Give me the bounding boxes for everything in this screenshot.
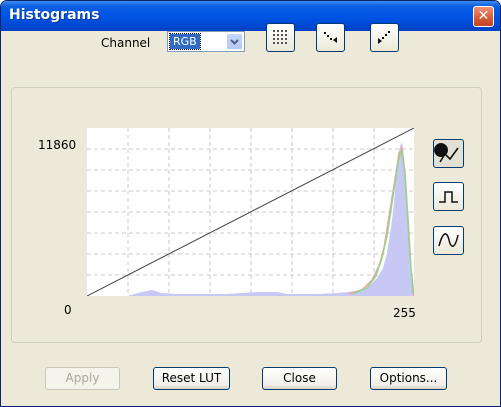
reset-lut-button[interactable]: Reset LUT <box>153 367 230 390</box>
curve-points-icon <box>434 143 459 163</box>
close-window-button[interactable]: ✕ <box>473 6 494 27</box>
apply-button[interactable]: Apply <box>45 367 120 390</box>
options-button[interactable]: Options... <box>370 367 447 390</box>
points-left-icon <box>324 32 337 43</box>
close-button[interactable]: Close <box>262 367 337 390</box>
step-curve-button[interactable] <box>433 182 464 211</box>
channel-label: Channel <box>101 36 151 50</box>
x-max-label: 255 <box>393 306 416 320</box>
grid-toggle-button[interactable] <box>266 23 295 52</box>
smooth-curve-button[interactable] <box>433 226 464 255</box>
histogram-plot[interactable] <box>87 128 414 296</box>
points-left-button[interactable] <box>316 23 345 52</box>
y-max-label: 11860 <box>38 138 77 152</box>
curve-points-button[interactable] <box>433 139 464 168</box>
chevron-down-icon[interactable] <box>226 33 243 50</box>
step-curve-icon <box>439 191 458 203</box>
histograms-dialog: Histograms ✕ Channel RGB 11860 0 255 App… <box>0 0 501 407</box>
title-bar[interactable]: Histograms ✕ <box>1 1 500 31</box>
points-right-button[interactable] <box>370 23 399 52</box>
smooth-curve-icon <box>438 233 459 247</box>
points-right-icon <box>378 31 390 44</box>
grid-toggle-icon <box>273 30 287 44</box>
channel-select[interactable]: RGB <box>167 31 245 52</box>
x-min-label: 0 <box>64 303 72 317</box>
channel-select-value: RGB <box>169 33 201 50</box>
window-title: Histograms <box>9 7 100 23</box>
